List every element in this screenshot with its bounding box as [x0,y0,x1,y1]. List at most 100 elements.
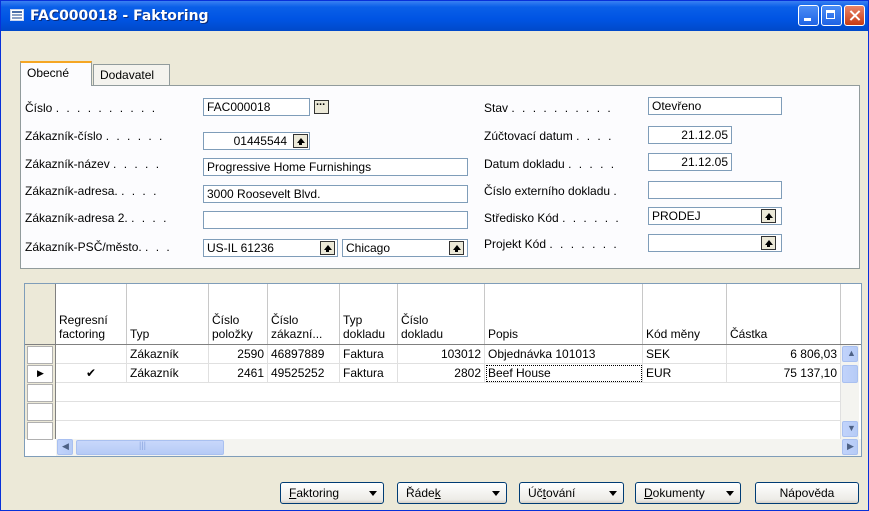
cell-castka[interactable]: 6 806,03 [727,345,841,364]
napoveda-button[interactable]: Nápověda [755,482,859,504]
empty-row[interactable] [56,383,841,402]
zakaznik-adresa2-field[interactable] [203,211,468,229]
row-selector[interactable] [27,384,53,402]
label-stredisko: Středisko Kód . . . . . . [484,211,621,225]
maximize-button[interactable] [821,5,842,26]
chevron-right-icon: ▶ [847,441,854,451]
horizontal-scroll-thumb[interactable] [76,440,224,455]
horizontal-scrollbar[interactable]: ◀ ▶ [56,439,861,456]
cell-typ-dokladu[interactable]: Faktura [340,345,398,364]
current-row-icon: ▶ [37,368,44,378]
col-cislo-dokladu[interactable]: Číslo dokladu [398,284,485,344]
cell-cislo-zakaznika[interactable]: 46897889 [268,345,340,364]
lookup-icon[interactable] [761,236,776,250]
vertical-scroll-thumb[interactable] [842,365,858,383]
row-selector[interactable]: ▶ [27,365,53,383]
scroll-up-button[interactable]: ▲ [842,346,858,362]
dokumenty-menu-button[interactable]: Dokumenty [635,482,741,504]
uctovani-label: Účtování [528,486,576,500]
minimize-button[interactable] [798,5,819,26]
form-icon [10,9,24,21]
tab-dodavatel[interactable]: Dodavatel [93,64,170,86]
empty-row[interactable] [56,421,841,440]
col-typ-dokladu[interactable]: Typ dokladu [340,284,398,344]
dropdown-arrow-icon [726,491,734,496]
cell-regresni[interactable] [56,345,127,364]
lookup-icon[interactable] [449,241,464,255]
chevron-left-icon: ◀ [62,441,69,451]
cell-kod-meny[interactable]: EUR [643,364,727,383]
label-zakaznik-adresa2: Zákazník-adresa 2. . . . . [25,211,169,225]
label-zakaznik-cislo: Zákazník-číslo . . . . . . [25,129,165,143]
tab-obecne[interactable]: Obecné [20,61,92,86]
label-datum-dokladu: Datum dokladu . . . . . [484,157,617,171]
label-zakaznik-adresa: Zákazník-adresa. . . . . [25,184,159,198]
cell-kod-meny[interactable]: SEK [643,345,727,364]
row-selector[interactable] [27,403,53,421]
vertical-scrollbar[interactable]: ▲ ▼ [841,345,859,439]
label-zakaznik-psc: Zákazník-PSČ/město. . . . [25,240,172,254]
radek-menu-button[interactable]: Řádek [397,482,507,504]
lookup-icon[interactable] [320,241,335,255]
faktoring-label: Faktoring [289,486,340,500]
col-typ[interactable]: Typ [127,284,209,344]
dropdown-arrow-icon [609,491,617,496]
cell-popis-focused[interactable]: Beef House [485,364,643,383]
psc-field[interactable]: US-IL 61236 [203,239,338,257]
scroll-right-button[interactable]: ▶ [842,439,858,455]
label-cislo-externiho: Číslo externího dokladu . [484,184,619,198]
col-popis[interactable]: Popis [485,284,643,344]
label-zuctovaci-datum: Zúčtovací datum . . . . [484,129,614,143]
chevron-down-icon: ▼ [847,423,856,433]
lookup-icon[interactable] [293,134,308,148]
dropdown-arrow-icon [369,491,377,496]
cislo-field[interactable]: FAC000018 [203,98,310,116]
col-cislo-polozky[interactable]: Číslo položky [209,284,268,344]
cell-cislo-polozky[interactable]: 2461 [209,364,268,383]
zuctovaci-datum-field[interactable]: 21.12.05 [648,126,732,144]
uctovani-menu-button[interactable]: Účtování [519,482,624,504]
radek-label: Řádek [406,486,441,500]
stav-field: Otevřeno [648,97,782,115]
chevron-up-icon: ▲ [847,348,856,358]
assist-edit-button[interactable] [314,96,329,114]
faktoring-menu-button[interactable]: Faktoring [280,482,384,504]
cell-popis[interactable]: Objednávka 101013 [485,345,643,364]
cell-cislo-polozky[interactable]: 2590 [209,345,268,364]
cell-regresni-check[interactable]: ✔ [56,364,127,383]
cell-typ-dokladu[interactable]: Faktura [340,364,398,383]
lines-grid: Regresní factoring Typ Číslo položky Číslo… [24,283,862,457]
cell-cislo-dokladu[interactable]: 103012 [398,345,485,364]
title-bar[interactable]: FAC000018 - Faktoring [1,1,868,31]
datum-dokladu-field[interactable]: 21.12.05 [648,153,732,171]
faktoring-window: FAC000018 - Faktoring Obecné Dodavatel Č… [0,0,869,511]
col-kod-meny[interactable]: Kód měny [643,284,727,344]
cell-cislo-dokladu[interactable]: 2802 [398,364,485,383]
general-panel: Číslo . . . . . . . . . . FAC000018 Záka… [20,85,860,269]
close-button[interactable] [844,5,865,26]
scroll-down-button[interactable]: ▼ [842,421,858,437]
dropdown-arrow-icon [492,491,500,496]
col-regresni[interactable]: Regresní factoring [56,284,127,344]
cell-typ[interactable]: Zákazník [127,364,209,383]
cell-castka[interactable]: 75 137,10 [727,364,841,383]
label-zakaznik-nazev: Zákazník-název . . . . . [25,157,162,171]
row-selector[interactable] [27,346,53,364]
cell-cislo-zakaznika[interactable]: 49525252 [268,364,340,383]
label-stav: Stav . . . . . . . . . . [484,101,613,115]
cell-typ[interactable]: Zákazník [127,345,209,364]
scroll-left-button[interactable]: ◀ [57,439,73,455]
col-cislo-zakaznika[interactable]: Číslo zákazní... [268,284,340,344]
zakaznik-adresa-field[interactable]: 3000 Roosevelt Blvd. [203,185,468,203]
label-projekt: Projekt Kód . . . . . . . [484,237,619,251]
empty-row[interactable] [56,402,841,421]
napoveda-label: Nápověda [779,486,835,500]
col-castka[interactable]: Částka [727,284,841,344]
window-title: FAC000018 - Faktoring [30,8,209,24]
cislo-externiho-field[interactable] [648,181,782,199]
dokumenty-label: Dokumenty [644,486,705,500]
lookup-icon[interactable] [761,209,776,223]
label-cislo: Číslo . . . . . . . . . . [25,101,158,115]
zakaznik-nazev-field[interactable]: Progressive Home Furnishings [203,158,468,176]
row-selector[interactable] [27,422,53,440]
